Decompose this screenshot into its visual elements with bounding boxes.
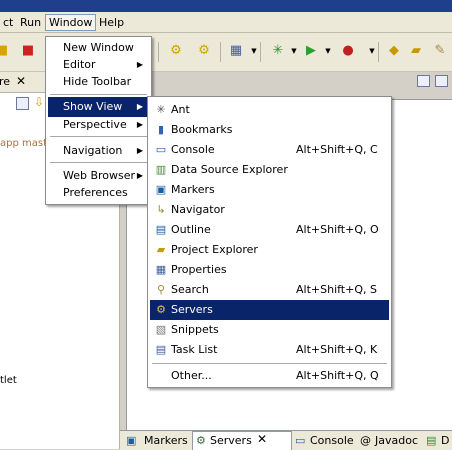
menu-project[interactable]: ct (0, 15, 16, 30)
toolbar-separator (158, 42, 159, 62)
project-explorer-icon: ▰ (156, 243, 166, 256)
left-text-1: app mast (0, 138, 48, 149)
launch-config-icon[interactable]: ⚙ (168, 43, 184, 59)
markers-icon: ▣ (155, 183, 167, 196)
navigator-icon: ↳ (156, 203, 166, 216)
show-view-menu: ✳ Ant ▮ Bookmarks ▭ Console Alt+Shift+Q,… (147, 96, 392, 388)
debug-icon[interactable]: ✳ (270, 43, 286, 59)
menu-item-show-view[interactable]: Show View ▶ (48, 97, 149, 117)
servers-icon: ⚙ (156, 303, 166, 316)
view-item-other[interactable]: Other... Alt+Shift+Q, Q (150, 366, 389, 386)
title-bar (0, 0, 452, 12)
view-item-project-explorer[interactable]: ▰ Project Explorer (150, 240, 389, 260)
new-project-icon[interactable]: ◆ (386, 43, 402, 59)
tab-console[interactable]: Console (310, 434, 354, 447)
toolbar-separator (378, 42, 379, 62)
bookmarks-icon: ▮ (157, 123, 165, 136)
console-icon: ▭ (295, 434, 306, 447)
close-icon[interactable]: ✕ (257, 432, 267, 446)
minimize-icon[interactable] (16, 97, 29, 110)
snippets-icon: ▧ (155, 323, 167, 336)
menu-separator (50, 162, 147, 163)
view-menu-icon[interactable]: ⇩ (34, 95, 44, 109)
external-tools-icon[interactable]: ● (340, 43, 356, 59)
menu-item-hide-toolbar[interactable]: Hide Toolbar (48, 72, 149, 92)
javadoc-icon: @ (360, 434, 371, 447)
run-icon[interactable]: ▶ (303, 43, 319, 59)
tab-declaration[interactable]: D (441, 434, 449, 447)
declaration-icon: ▤ (426, 434, 437, 447)
view-item-console[interactable]: ▭ Console Alt+Shift+Q, C (150, 140, 389, 160)
properties-icon: ▦ (155, 263, 167, 276)
tab-markers[interactable]: Markers (144, 434, 188, 447)
menu-item-navigation[interactable]: Navigation ▶ (48, 141, 149, 161)
view-item-search[interactable]: ⚲ Search Alt+Shift+Q, S (150, 280, 389, 300)
stop-icon[interactable]: ■ (20, 43, 36, 59)
view-item-properties[interactable]: ▦ Properties (150, 260, 389, 280)
toolbar-separator (220, 42, 221, 62)
chevron-down-icon[interactable]: ▼ (320, 43, 336, 59)
server-window-icon[interactable]: ▦ (228, 43, 244, 59)
markers-icon: ▣ (126, 434, 137, 447)
menu-run[interactable]: Run (17, 15, 44, 30)
menu-help[interactable]: Help (96, 15, 127, 30)
view-item-outline[interactable]: ▤ Outline Alt+Shift+Q, O (150, 220, 389, 240)
maximize-icon[interactable] (435, 75, 448, 87)
tab-servers[interactable]: Servers (210, 434, 252, 447)
open-folder-icon[interactable]: ▰ (408, 43, 424, 59)
toolbar-separator (260, 42, 261, 62)
window-menu: New Window Editor ▶ Hide Toolbar Show Vie… (45, 36, 152, 205)
menu-separator (50, 94, 147, 95)
menu-item-perspective[interactable]: Perspective ▶ (48, 115, 149, 135)
view-item-navigator[interactable]: ↳ Navigator (150, 200, 389, 220)
close-icon[interactable]: ✕ (16, 74, 26, 88)
menu-separator (50, 136, 147, 137)
menu-bar: ct Run Window Help (0, 12, 452, 33)
menu-item-preferences[interactable]: Preferences (48, 183, 149, 203)
menu-separator (152, 363, 387, 364)
view-item-ant[interactable]: ✳ Ant (150, 100, 389, 120)
bottom-tabbar: ▣ Markers ⚙ Servers ✕ ▭ Console @ Javado… (120, 430, 452, 450)
servers-icon: ⚙ (196, 434, 206, 447)
chevron-right-icon: ▶ (136, 120, 143, 129)
toolbar-save-icon[interactable]: ■ (0, 43, 10, 59)
search-icon: ⚲ (156, 283, 166, 296)
task-list-icon: ▤ (155, 343, 167, 356)
tab-javadoc[interactable]: Javadoc (375, 434, 418, 447)
view-item-snippets[interactable]: ▧ Snippets (150, 320, 389, 340)
console-icon: ▭ (155, 143, 167, 156)
ant-icon: ✳ (156, 103, 166, 116)
chevron-right-icon: ▶ (136, 102, 143, 111)
chevron-right-icon: ▶ (136, 146, 143, 155)
view-item-bookmarks[interactable]: ▮ Bookmarks (150, 120, 389, 140)
view-item-servers[interactable]: ⚙ Servers (150, 300, 389, 320)
left-view-tab[interactable]: re (0, 75, 10, 88)
minimize-icon[interactable] (417, 75, 430, 87)
data-source-icon: ▥ (155, 163, 167, 176)
menu-window[interactable]: Window (45, 14, 97, 31)
outline-icon: ▤ (155, 223, 167, 236)
left-text-2: tlet (0, 375, 17, 386)
build-icon[interactable]: ⚙ (196, 43, 212, 59)
view-item-data-source-explorer[interactable]: ▥ Data Source Explorer (150, 160, 389, 180)
edit-icon[interactable]: ✎ (432, 43, 448, 59)
view-item-markers[interactable]: ▣ Markers (150, 180, 389, 200)
chevron-down-icon[interactable]: ▼ (286, 43, 302, 59)
view-item-task-list[interactable]: ▤ Task List Alt+Shift+Q, K (150, 340, 389, 360)
